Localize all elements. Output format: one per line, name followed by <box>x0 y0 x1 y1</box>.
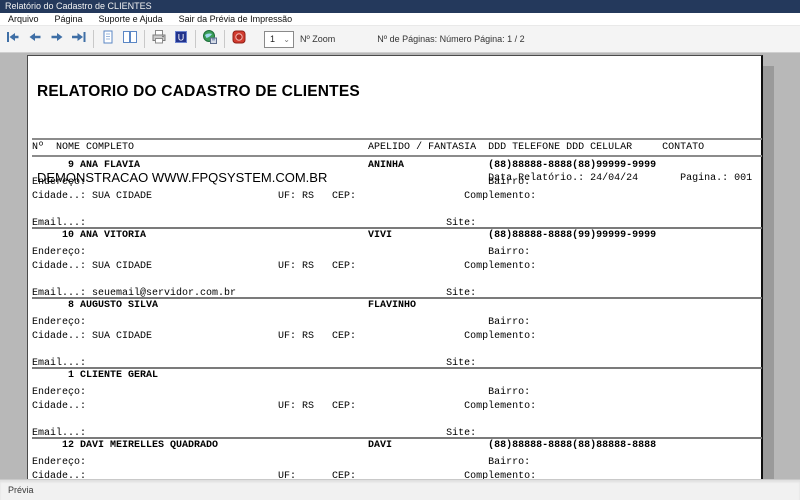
prev-page-button[interactable] <box>24 28 46 50</box>
record-name-line: 8 AUGUSTO SILVA FLAVINHO <box>32 300 417 311</box>
menu-item-3[interactable]: Sair da Prévia de Impressão <box>171 13 301 26</box>
record-city-line: Cidade..: SUA CIDADE UF: RS CEP: Complem… <box>32 261 537 272</box>
next-page-icon <box>49 29 65 50</box>
status-bar: Prévia <box>0 479 800 500</box>
record-email-line: Email...: Site: <box>32 358 477 369</box>
toolbar-separator <box>93 30 94 48</box>
print-icon <box>151 29 167 50</box>
record-email-line: Email...: Site: <box>32 218 477 229</box>
toolbar: U 1 ⌄ Nº Zoom Nº de Páginas: Número Pági… <box>0 26 800 53</box>
record-address-line: Endereço: Bairro: <box>32 247 531 258</box>
record-email-line: Email...: Site: <box>32 428 477 439</box>
menu-item-2[interactable]: Suporte e Ajuda <box>91 13 171 26</box>
report-column-header-line: Nº NOME COMPLETO APELIDO / FANTASIA DDD … <box>32 142 705 153</box>
toolbar-separator <box>144 30 145 48</box>
report-page: RELATORIO DO CADASTRO DE CLIENTES DEMONS… <box>27 55 763 479</box>
print-button[interactable] <box>148 28 170 50</box>
record-address-line: Endereço: Bairro: <box>32 387 531 398</box>
preview-area[interactable]: RELATORIO DO CADASTRO DE CLIENTES DEMONS… <box>0 53 800 479</box>
save-export-icon <box>202 29 218 50</box>
single-page-view-icon <box>100 29 116 50</box>
status-text: Prévia <box>8 485 34 495</box>
record-city-line: Cidade..: SUA CIDADE UF: RS CEP: Complem… <box>32 191 537 202</box>
record-name-line: 1 CLIENTE GERAL <box>32 370 159 381</box>
zoom-value: 1 <box>270 34 276 44</box>
zoom-select[interactable]: 1 ⌄ <box>264 30 294 48</box>
toolbar-separator <box>224 30 225 48</box>
chevron-down-icon: ⌄ <box>283 34 290 44</box>
records-list: 9 ANA FLAVIA ANINHA (88)88888-8888(88)99… <box>32 159 762 479</box>
next-page-button[interactable] <box>46 28 68 50</box>
app-window: Relatório do Cadastro de CLIENTES Arquiv… <box>0 0 800 500</box>
zoom-label: Nº Zoom <box>300 34 336 44</box>
two-page-view-icon <box>122 29 138 50</box>
save-export-button[interactable] <box>199 28 221 50</box>
record-address-line: Endereço: Bairro: <box>32 457 531 468</box>
svg-text:U: U <box>178 32 185 42</box>
record-city-line: Cidade..: SUA CIDADE UF: RS CEP: Complem… <box>32 331 537 342</box>
record-city-line: Cidade..: UF: CEP: Complemento: <box>32 471 537 479</box>
first-page-button[interactable] <box>2 28 24 50</box>
record-name-line: 10 ANA VITORIA VIVI (88)88888-8888(99)99… <box>32 230 657 241</box>
toolbar-separator <box>195 30 196 48</box>
record-name-line: 9 ANA FLAVIA ANINHA (88)88888-8888(88)99… <box>32 160 657 171</box>
record-address-line: Endereço: Bairro: <box>32 177 531 188</box>
prev-page-icon <box>27 29 43 50</box>
record-row-3: 1 CLIENTE GERAL Endereço: Bairro: Cidade..… <box>32 369 762 439</box>
print-setup-icon: U <box>173 29 189 50</box>
close-preview-button[interactable] <box>228 28 250 50</box>
record-name-line: 12 DAVI MEIRELLES QUADRADO DAVI (88)8888… <box>32 440 657 451</box>
record-row-1: 10 ANA VITORIA VIVI (88)88888-8888(99)99… <box>32 229 762 299</box>
close-preview-icon <box>231 29 247 50</box>
first-page-icon <box>5 29 21 50</box>
record-row-0: 9 ANA FLAVIA ANINHA (88)88888-8888(88)99… <box>32 159 762 229</box>
record-address-line: Endereço: Bairro: <box>32 317 531 328</box>
pages-label: Nº de Páginas: Número Página: 1 / 2 <box>377 34 525 44</box>
two-page-view-button[interactable] <box>119 28 141 50</box>
record-row-4: 12 DAVI MEIRELLES QUADRADO DAVI (88)8888… <box>32 439 762 479</box>
title-bar: Relatório do Cadastro de CLIENTES <box>0 0 800 13</box>
menu-item-1[interactable]: Página <box>47 13 91 26</box>
record-email-line: Email...: seuemail@servidor.com.br Site: <box>32 288 477 299</box>
menu-bar: Arquivo Página Suporte e Ajuda Sair da Prév… <box>0 13 800 26</box>
last-page-icon <box>71 29 87 50</box>
print-setup-button[interactable]: U <box>170 28 192 50</box>
report-title: RELATORIO DO CADASTRO DE CLIENTES <box>37 83 360 100</box>
column-header-rule <box>32 155 762 157</box>
menu-item-0[interactable]: Arquivo <box>0 13 47 26</box>
header-rule <box>32 138 762 140</box>
record-row-2: 8 AUGUSTO SILVA FLAVINHO Endereço: Bairro… <box>32 299 762 369</box>
last-page-button[interactable] <box>68 28 90 50</box>
record-city-line: Cidade..: UF: RS CEP: Complemento: <box>32 401 537 412</box>
window-title: Relatório do Cadastro de CLIENTES <box>5 1 152 11</box>
single-page-view-button[interactable] <box>97 28 119 50</box>
